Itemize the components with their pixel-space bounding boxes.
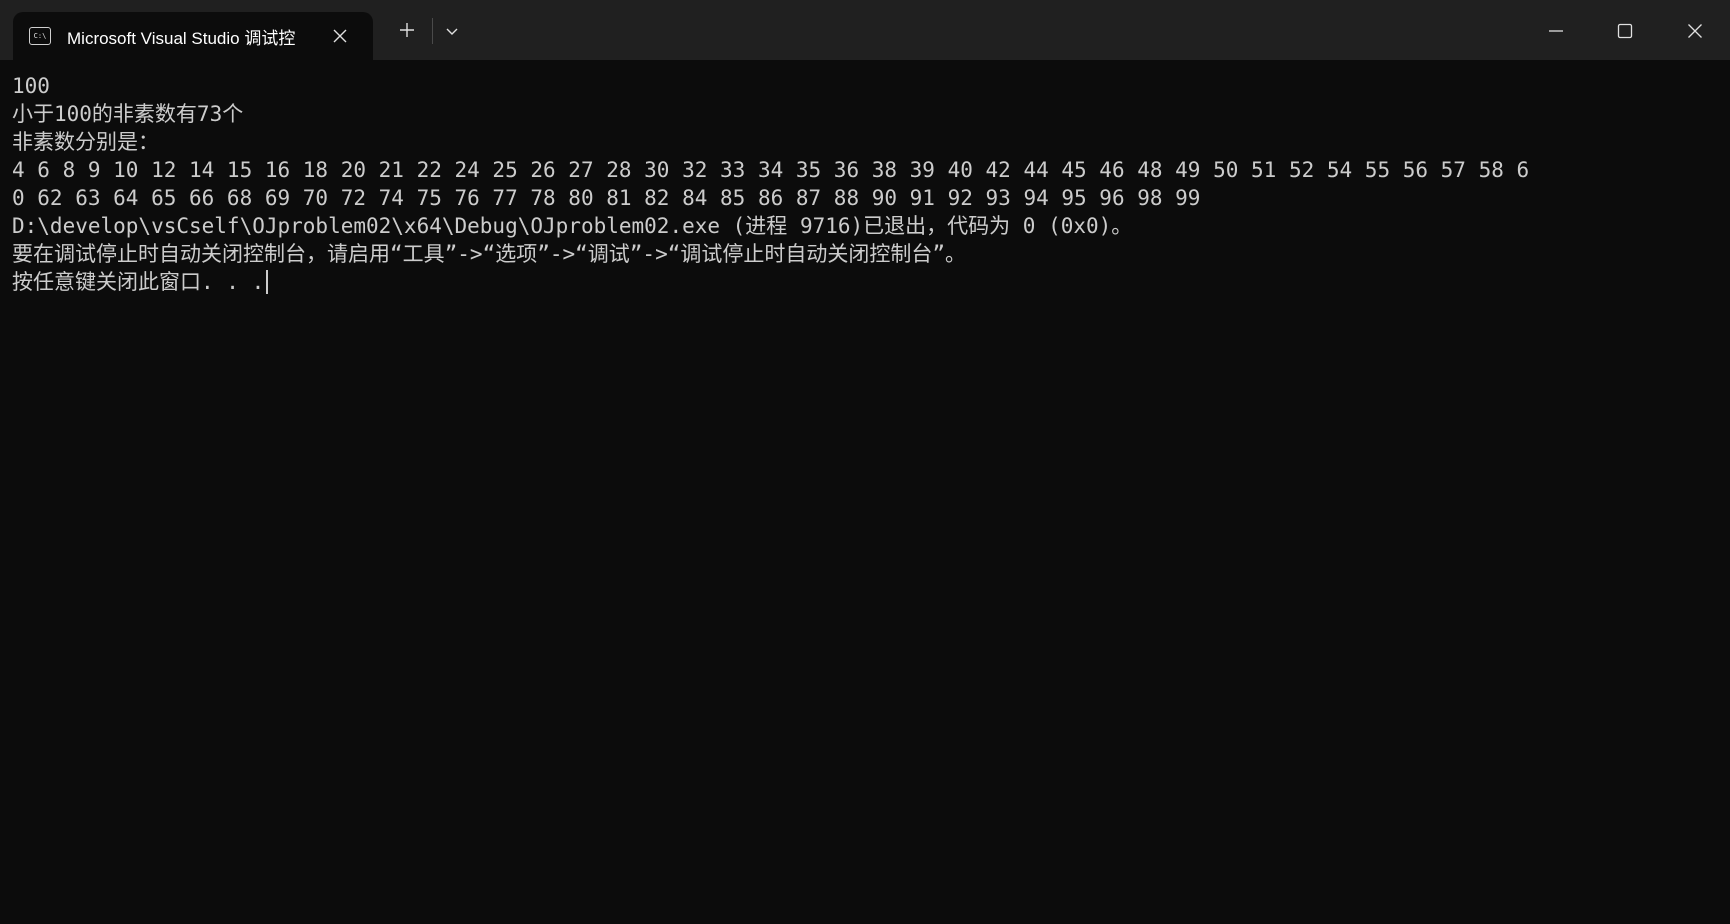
console-line-numbers-1: 4 6 8 9 10 12 14 15 16 18 20 21 22 24 25… <box>12 158 1530 182</box>
maximize-icon <box>1617 23 1633 39</box>
console-window: C:\ Microsoft Visual Studio 调试控 100 小于10… <box>0 0 1730 924</box>
console-line-count: 小于100的非素数有73个 <box>12 102 244 126</box>
console-output[interactable]: 100 小于100的非素数有73个 非素数分别是： 4 6 8 9 10 12 … <box>12 72 1722 296</box>
title-bar[interactable]: C:\ Microsoft Visual Studio 调试控 <box>0 0 1730 60</box>
maximize-button[interactable] <box>1602 8 1648 54</box>
tab-separator <box>432 18 433 44</box>
new-tab-button[interactable] <box>393 16 421 44</box>
plus-icon <box>400 23 414 37</box>
console-line-header: 非素数分别是： <box>12 130 159 154</box>
minimize-button[interactable] <box>1533 8 1579 54</box>
close-window-button[interactable] <box>1672 8 1718 54</box>
close-icon <box>1688 24 1702 38</box>
console-line-input: 100 <box>12 74 50 98</box>
minimize-icon <box>1549 30 1563 32</box>
console-line-numbers-2: 0 62 63 64 65 66 68 69 70 72 74 75 76 77… <box>12 186 1201 210</box>
tab-console[interactable]: C:\ Microsoft Visual Studio 调试控 <box>13 12 373 60</box>
console-line-prompt: 按任意键关闭此窗口. . . <box>12 268 1722 296</box>
chevron-down-icon <box>446 28 458 35</box>
console-line-exit: D:\develop\vsCself\OJproblem02\x64\Debug… <box>12 214 1133 238</box>
close-tab-button[interactable] <box>329 25 351 47</box>
close-icon <box>333 29 347 43</box>
console-line-hint: 要在调试停止时自动关闭控制台，请启用“工具”->“选项”->“调试”->“调试停… <box>12 242 966 266</box>
tab-title: Microsoft Visual Studio 调试控 <box>67 28 296 48</box>
prompt-text: 按任意键关闭此窗口. . . <box>12 270 265 294</box>
tab-dropdown-button[interactable] <box>440 20 464 44</box>
text-cursor <box>266 270 269 294</box>
terminal-icon: C:\ <box>29 27 51 45</box>
